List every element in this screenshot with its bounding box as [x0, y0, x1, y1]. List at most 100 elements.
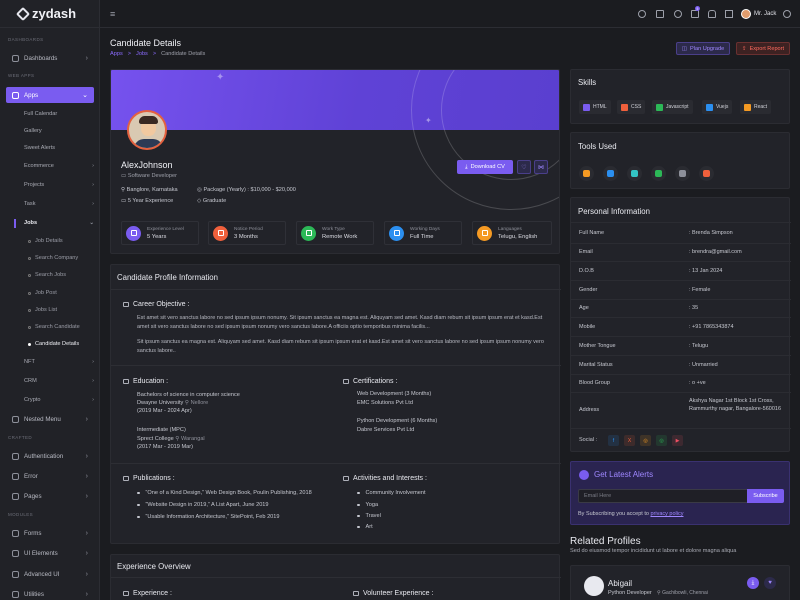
- download-icon[interactable]: ⤓: [747, 577, 759, 589]
- cert-2-org: Dabre Services Pvt Ltd: [357, 427, 415, 433]
- bullet-icon: [28, 325, 31, 329]
- instagram-icon[interactable]: ◎: [640, 435, 651, 446]
- bell-icon[interactable]: [708, 10, 716, 18]
- gear-icon[interactable]: [783, 10, 791, 18]
- privacy-policy-link[interactable]: privacy policy: [650, 511, 683, 517]
- section-web-apps: WEB APPS: [8, 73, 35, 78]
- location-text: Gachibowli, Chennai: [662, 590, 708, 596]
- publication-text: “Usable Information Architecture,” SiteP…: [145, 514, 280, 520]
- divider: [111, 463, 561, 464]
- sidebar-item-utilities[interactable]: Utilities ›: [6, 587, 94, 600]
- search-icon[interactable]: [638, 10, 646, 18]
- sidebar-sub-crm[interactable]: CRM ›: [24, 378, 94, 384]
- export-report-button[interactable]: ⇪ Export Report: [736, 42, 790, 55]
- info-key-age: Age: [579, 305, 589, 311]
- divider: [571, 243, 791, 244]
- bullet-icon: [28, 239, 31, 243]
- bullet-icon: [28, 308, 31, 312]
- chevron-right-icon: ›: [85, 492, 88, 500]
- sidebar-jobs-job-details[interactable]: Job Details: [28, 238, 63, 244]
- card-title: Experience Overview: [117, 562, 191, 571]
- related-profile-card[interactable]: Abigail Python Developer ⚲ Gachibowli, C…: [570, 565, 790, 600]
- translate-icon[interactable]: [656, 10, 664, 18]
- info-key-social: Social :: [579, 437, 598, 443]
- sidebar-item-dashboards[interactable]: Dashboards ›: [6, 51, 94, 65]
- sidebar-jobs-jobs-list[interactable]: Jobs List: [28, 307, 57, 313]
- activity-text: Travel: [365, 513, 381, 519]
- stat-label: Notice Period: [234, 226, 263, 232]
- sidebar-item-advanced-ui[interactable]: Advanced UI ›: [6, 567, 94, 581]
- cert-2-name: Python Development (6 Months): [357, 418, 438, 424]
- stat-value: 5 Years: [147, 233, 167, 240]
- sidebar-sub-projects[interactable]: Projects ›: [24, 182, 94, 188]
- info-key-gender: Gender: [579, 287, 598, 293]
- card-title: Tools Used: [578, 142, 617, 151]
- sidebar-sub-full-calendar[interactable]: Full Calendar: [24, 111, 57, 117]
- sidebar-sub-gallery[interactable]: Gallery: [24, 128, 42, 134]
- whatsapp-icon[interactable]: ◎: [656, 435, 667, 446]
- favorite-button[interactable]: ♡: [517, 160, 531, 174]
- user-name[interactable]: Mr. Jack: [754, 11, 776, 17]
- email-input[interactable]: [578, 489, 748, 503]
- stat-icon: [389, 225, 404, 241]
- alert-icon: [12, 472, 19, 480]
- related-name: Abigail: [608, 579, 633, 588]
- education-2-degree: Intermediate (MPC): [137, 427, 186, 433]
- sidebar-item-nested-menu[interactable]: Nested Menu ›: [6, 412, 94, 426]
- sidebar-item-apps[interactable]: Apps ⌄: [6, 87, 94, 103]
- download-cv-button[interactable]: ⤓ Download CV: [457, 160, 513, 174]
- clipboard-icon: [123, 302, 129, 307]
- sidebar-item-pages[interactable]: Pages ›: [6, 489, 94, 503]
- share-button[interactable]: ⋈: [534, 160, 548, 174]
- cart-icon[interactable]: [691, 10, 699, 18]
- sidebar-sub-crypto[interactable]: Crypto ›: [24, 397, 94, 403]
- sidebar-sub-label: Task: [24, 201, 36, 207]
- info-val-email: : brendra@gmail.com: [689, 249, 742, 255]
- objective-paragraph-2: Sit ipsum sanctus ea magna est. Aliquyam…: [137, 339, 544, 354]
- breadcrumb-apps[interactable]: Apps: [110, 51, 123, 57]
- education-1-years: (2019 Mar - 2024 Apr): [137, 408, 192, 414]
- profile-avatar: [127, 110, 167, 150]
- sun-icon[interactable]: [674, 10, 682, 18]
- sidebar-item-ui-elements[interactable]: UI Elements ›: [6, 546, 94, 560]
- list-item: “One of a Kind Design,” Web Design Book,…: [137, 490, 312, 496]
- breadcrumb-jobs[interactable]: Jobs: [136, 51, 148, 57]
- sidebar-jobs-search-company[interactable]: Search Company: [28, 255, 78, 261]
- menu-toggle-icon[interactable]: ≡: [110, 9, 115, 19]
- button-label: Export Report: [749, 45, 785, 52]
- heading-text: Experience :: [133, 590, 172, 597]
- sidebar-jobs-job-post[interactable]: Job Post: [28, 290, 57, 296]
- sidebar-jobs-candidate-details[interactable]: Candidate Details: [28, 341, 79, 347]
- experience-text: 5 Year Experience: [127, 198, 174, 204]
- stat-label: Languages: [498, 226, 522, 232]
- divider: [111, 289, 561, 290]
- graduation-icon: [123, 379, 129, 384]
- sidebar-item-forms[interactable]: Forms ›: [6, 526, 94, 540]
- sidebar-item-error[interactable]: Error ›: [6, 469, 94, 483]
- sidebar-sub-nft[interactable]: NFT ›: [24, 359, 94, 365]
- sidebar-item-label: Forms: [24, 529, 42, 537]
- user-avatar[interactable]: [741, 9, 751, 19]
- sidebar-jobs-search-jobs[interactable]: Search Jobs: [28, 272, 66, 278]
- youtube-icon[interactable]: ▶: [672, 435, 683, 446]
- fullscreen-icon[interactable]: [725, 10, 733, 18]
- breadcrumb-sep: >: [127, 51, 132, 57]
- info-val-gender: : Female: [689, 287, 711, 293]
- sidebar-sub-ecommerce[interactable]: Ecommerce ›: [24, 163, 94, 169]
- sidebar-sub-jobs[interactable]: Jobs ⌄: [24, 220, 94, 226]
- sidebar-jobs-search-candidate[interactable]: Search Candidate: [28, 324, 80, 330]
- plan-upgrade-button[interactable]: ◫ Plan Upgrade: [676, 42, 730, 55]
- sidebar-sub-sweet-alerts[interactable]: Sweet Alerts: [24, 145, 55, 151]
- chevron-right-icon: ›: [85, 54, 88, 62]
- briefcase-icon: ▭: [121, 173, 128, 179]
- list-item: Travel: [357, 513, 381, 519]
- subscribe-button[interactable]: Subscribe: [747, 489, 784, 503]
- sidebar-item-authentication[interactable]: Authentication ›: [6, 449, 94, 463]
- location-icon: ⚲: [184, 400, 189, 406]
- heart-icon[interactable]: ♥: [764, 577, 776, 589]
- bullet-icon: [357, 525, 360, 529]
- x-twitter-icon[interactable]: X: [624, 435, 635, 446]
- sidebar-sub-task[interactable]: Task ›: [24, 201, 94, 207]
- brand-logo[interactable]: zydash: [0, 0, 100, 28]
- facebook-icon[interactable]: f: [608, 435, 619, 446]
